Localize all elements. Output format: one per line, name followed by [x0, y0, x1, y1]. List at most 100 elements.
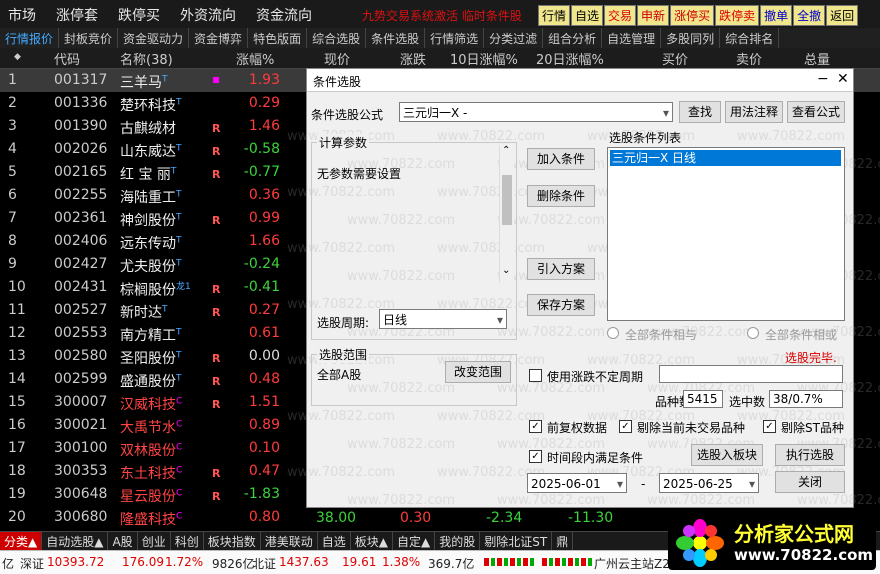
date-to-input[interactable]: 2025-06-25 ▾ [659, 473, 759, 493]
top-button-2[interactable]: 交易 [604, 5, 637, 26]
stock-name[interactable]: 棕榈股份龙1 [120, 279, 191, 300]
stock-name[interactable]: 汉威科技C [120, 394, 182, 414]
condition-list-item[interactable]: 三元归一X 日线 [610, 150, 841, 166]
column-header-4[interactable]: 涨跌 [400, 49, 426, 68]
stock-name[interactable]: 远东传动T [120, 233, 182, 253]
delete-condition-button[interactable]: 删除条件 [527, 185, 595, 207]
column-header-5[interactable]: 10日涨幅% [450, 49, 518, 68]
period-select[interactable]: 日线 ▾ [379, 309, 507, 329]
tab-5[interactable]: 综合选股 [307, 28, 367, 48]
top-button-5[interactable]: 跌停卖 [715, 5, 760, 26]
tab-2[interactable]: 资金驱动力 [118, 28, 190, 48]
close-icon[interactable]: ✕ [837, 71, 849, 87]
params-scrollbar[interactable]: ⌃ ⌄ [499, 145, 514, 283]
find-button[interactable]: 查找 [679, 101, 721, 123]
tab-11[interactable]: 多股同列 [661, 28, 721, 48]
stock-name[interactable]: 古麒绒材 [120, 118, 176, 138]
column-header-9[interactable]: 总量 [804, 49, 830, 68]
stock-name[interactable]: 楚环科技T [120, 95, 182, 115]
column-header-8[interactable]: 卖价 [736, 49, 762, 68]
tab-3[interactable]: 资金博弈 [189, 28, 249, 48]
stock-name[interactable]: 圣阳股份T [120, 348, 182, 368]
column-header-1[interactable]: 名称(38) [120, 49, 173, 68]
formula-select[interactable]: 三元归一X - ▾ [399, 102, 673, 122]
bottom-tab-8[interactable]: 板块▲ [351, 532, 393, 550]
adjust-checkbox[interactable]: ✓ [529, 420, 542, 433]
stock-name[interactable]: 东土科技C [120, 463, 182, 483]
bottom-tab-4[interactable]: 科创 [171, 532, 204, 550]
stock-name[interactable]: 海陆重工T [120, 187, 182, 207]
tab-9[interactable]: 组合分析 [543, 28, 603, 48]
bottom-tab-6[interactable]: 港美联动 [261, 532, 318, 550]
stock-name[interactable]: 隆盛科技C [120, 509, 182, 529]
tab-6[interactable]: 条件选股 [366, 28, 426, 48]
top-menu-item-4[interactable]: 资金流向 [256, 5, 312, 25]
bottom-tab-1[interactable]: 自动选股▲ [42, 532, 109, 550]
close-button[interactable]: 关闭 [775, 471, 845, 493]
change-range-button[interactable]: 改变范围 [445, 361, 511, 383]
tab-10[interactable]: 自选管理 [602, 28, 662, 48]
column-header-0[interactable]: 代码 [54, 49, 80, 68]
tab-4[interactable]: 特色版面 [248, 28, 308, 48]
uncertain-period-checkbox[interactable] [529, 369, 542, 382]
run-select-button[interactable]: 执行选股 [775, 444, 845, 466]
minimize-icon[interactable]: − [817, 71, 829, 87]
top-menu-item-1[interactable]: 涨停套 [56, 5, 98, 25]
column-header-7[interactable]: 买价 [662, 49, 688, 68]
bottom-tab-7[interactable]: 自选 [318, 532, 351, 550]
exclude-st-checkbox[interactable]: ✓ [763, 420, 776, 433]
top-button-6[interactable]: 撤单 [760, 5, 793, 26]
top-button-7[interactable]: 全撤 [793, 5, 826, 26]
scroll-thumb[interactable] [502, 175, 512, 225]
exclude-notrade-checkbox[interactable]: ✓ [619, 420, 632, 433]
top-button-0[interactable]: 行情 [538, 5, 571, 26]
tab-1[interactable]: 封板竞价 [59, 28, 119, 48]
scroll-down-icon[interactable]: ⌄ [502, 265, 510, 276]
top-button-8[interactable]: 返回 [826, 5, 859, 26]
radio-or[interactable] [747, 327, 759, 339]
column-header-6[interactable]: 20日涨幅% [536, 49, 604, 68]
import-scheme-button[interactable]: 引入方案 [527, 258, 595, 280]
stock-name[interactable]: 红 宝 丽T [120, 164, 176, 184]
tab-12[interactable]: 综合排名 [720, 28, 780, 48]
bottom-tab-9[interactable]: 自定▲ [393, 532, 436, 550]
bottom-tab-10[interactable]: 我的股 [435, 532, 481, 550]
top-menu-item-0[interactable]: 市场 [8, 5, 36, 25]
top-button-1[interactable]: 自选 [571, 5, 604, 26]
column-header-2[interactable]: 涨幅% [236, 49, 274, 68]
top-button-4[interactable]: 涨停买 [670, 5, 715, 26]
bottom-tab-3[interactable]: 创业 [138, 532, 171, 550]
stock-name[interactable]: 新时达T [120, 302, 168, 322]
tab-8[interactable]: 分类过滤 [484, 28, 544, 48]
add-condition-button[interactable]: 加入条件 [527, 148, 595, 170]
scroll-up-icon[interactable]: ⌃ [502, 145, 510, 156]
period-condition-checkbox[interactable]: ✓ [529, 450, 542, 463]
top-menu-item-2[interactable]: 跌停买 [118, 5, 160, 25]
bottom-tab-2[interactable]: A股 [108, 532, 138, 550]
bottom-tab-12[interactable]: 鼎 [552, 532, 574, 550]
tab-0[interactable]: 行情报价 [0, 28, 60, 48]
to-block-button[interactable]: 选股入板块 [691, 444, 763, 466]
stock-name[interactable]: 大禹节水C [120, 417, 182, 437]
top-button-3[interactable]: 申新 [637, 5, 670, 26]
stock-name[interactable]: 神剑股份T [120, 210, 182, 230]
top-menu-item-3[interactable]: 外资流向 [180, 5, 236, 25]
bottom-tab-5[interactable]: 板块指数 [204, 532, 261, 550]
column-header-3[interactable]: 现价 [324, 49, 350, 68]
stock-name[interactable]: 双林股份C [120, 440, 182, 460]
condition-list[interactable]: 三元归一X 日线 [607, 147, 845, 321]
stock-name[interactable]: 尤夫股份T [120, 256, 182, 276]
save-scheme-button[interactable]: 保存方案 [527, 294, 595, 316]
tab-7[interactable]: 行情筛选 [425, 28, 485, 48]
usage-button[interactable]: 用法注释 [725, 101, 783, 123]
bottom-tab-0[interactable]: 分类▲ [0, 532, 43, 550]
uncertain-period-input[interactable] [659, 365, 843, 383]
view-formula-button[interactable]: 查看公式 [787, 101, 845, 123]
stock-name[interactable]: 三羊马T [120, 72, 168, 92]
date-from-input[interactable]: 2025-06-01 ▾ [527, 473, 627, 493]
stock-name[interactable]: 南方精工T [120, 325, 182, 345]
stock-name[interactable]: 山东威达T [120, 141, 182, 161]
stock-name[interactable]: 盛通股份T [120, 371, 182, 391]
stock-name[interactable]: 星云股份C [120, 486, 182, 506]
bottom-tab-11[interactable]: 剔除北证ST [480, 532, 553, 550]
